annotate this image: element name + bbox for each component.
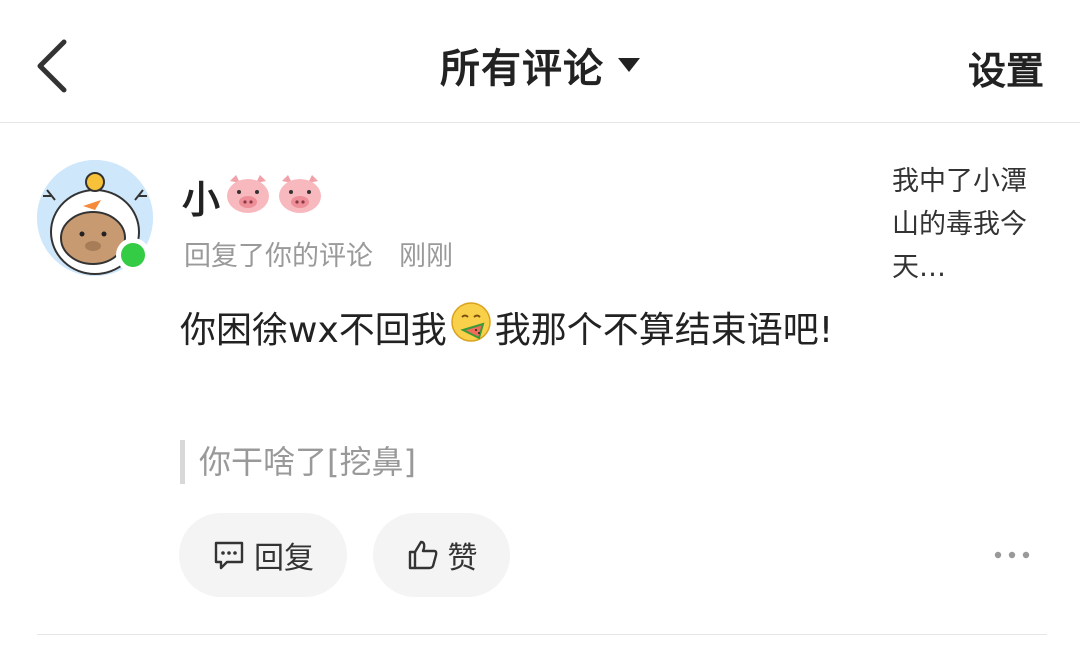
online-status-dot bbox=[116, 238, 150, 272]
quoted-comment[interactable]: 你干啥了[挖鼻] bbox=[180, 440, 416, 484]
like-label: 赞 bbox=[447, 541, 478, 576]
like-button[interactable]: 赞 bbox=[373, 513, 510, 597]
user-name: 小 bbox=[182, 177, 221, 222]
more-dots-icon bbox=[994, 551, 1030, 559]
comment-text-part1: 你困徐wx不回我 bbox=[180, 310, 447, 351]
divider bbox=[37, 634, 1047, 635]
thumbs-up-icon bbox=[408, 540, 437, 570]
title-dropdown[interactable]: 所有评论 bbox=[0, 36, 1080, 94]
comment-bubble-icon bbox=[214, 541, 244, 570]
comment-meta: 回复了你的评论 刚刚 bbox=[184, 234, 453, 273]
post-preview[interactable]: 我中了小潭山的毒我今天… bbox=[892, 160, 1032, 289]
page-title: 所有评论 bbox=[440, 46, 604, 92]
reply-label: 回复 bbox=[254, 541, 314, 576]
top-bar: 所有评论 设置 bbox=[0, 0, 1080, 123]
pig-face-icon bbox=[224, 173, 272, 219]
pig-face-icon bbox=[276, 173, 324, 219]
caret-down-icon bbox=[618, 58, 640, 72]
comment-text-part2: 我那个不算结束语吧! bbox=[494, 310, 834, 351]
action-text: 回复了你的评论 bbox=[184, 241, 373, 272]
eating-watermelon-emoji-icon bbox=[449, 300, 493, 364]
more-options-button[interactable] bbox=[990, 540, 1034, 570]
user-name-row[interactable]: 小 bbox=[182, 170, 324, 222]
reply-button[interactable]: 回复 bbox=[179, 513, 347, 597]
settings-button[interactable]: 设置 bbox=[968, 40, 1044, 95]
timestamp: 刚刚 bbox=[399, 241, 453, 272]
comment-body: 你困徐wx不回我 我那个不算结束语吧! bbox=[180, 300, 840, 364]
